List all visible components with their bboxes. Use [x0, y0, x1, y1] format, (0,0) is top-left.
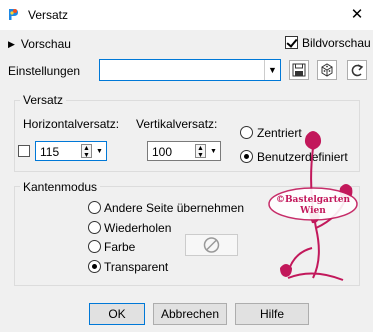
transparent-label: Transparent: [104, 260, 169, 274]
wrap-radio[interactable]: [88, 201, 101, 214]
chevron-down-icon[interactable]: ▼: [96, 148, 103, 155]
centered-radio[interactable]: [240, 126, 253, 139]
color-label: Farbe: [104, 240, 136, 254]
repeat-radio[interactable]: [88, 221, 101, 234]
reset-button[interactable]: [347, 60, 367, 80]
edge-mode-group-title: Kantenmodus: [20, 180, 101, 194]
watermark-text-2: Wien: [299, 206, 326, 216]
close-button[interactable]: ✕: [344, 2, 370, 28]
transparent-radio[interactable]: [88, 260, 101, 273]
custom-radio[interactable]: [240, 150, 253, 163]
offset-group-title: Versatz: [20, 93, 67, 107]
no-color-icon: [203, 237, 220, 253]
save-preset-button[interactable]: [289, 60, 309, 80]
image-preview-label: Bildvorschau: [302, 36, 371, 50]
chevron-down-icon: ▼: [264, 60, 280, 80]
wrap-label: Andere Seite übernehmen: [104, 201, 245, 215]
cancel-button[interactable]: Abbrechen: [153, 303, 227, 325]
settings-label: Einstellungen: [8, 64, 81, 78]
dice-icon: [321, 63, 333, 77]
ok-button[interactable]: OK: [89, 303, 145, 325]
vertical-offset-value[interactable]: 100: [152, 145, 172, 159]
settings-dropdown[interactable]: ▼: [99, 59, 281, 81]
preview-toggle[interactable]: ▶ Vorschau: [8, 37, 71, 51]
vertical-offset-spinbox[interactable]: 100 ▲ ▼ ▼: [147, 141, 221, 161]
vertical-offset-label: Vertikalversatz:: [136, 117, 218, 131]
repeat-label: Wiederholen: [104, 221, 172, 235]
floppy-disk-icon: [292, 63, 306, 77]
spin-up-down-icon[interactable]: ▲ ▼: [81, 144, 92, 159]
help-button[interactable]: Hilfe: [235, 303, 309, 325]
horizontal-offset-value[interactable]: 115: [40, 145, 59, 159]
preview-toggle-label: Vorschau: [20, 37, 71, 51]
image-preview-checkbox[interactable]: [285, 36, 298, 49]
expand-triangle-icon: ▶: [8, 38, 15, 49]
watermark-logo: ©Bastelgarten Wien: [268, 128, 358, 288]
window-title: Versatz: [28, 8, 69, 22]
spin-up-down-icon[interactable]: ▲ ▼: [195, 144, 206, 159]
horizontal-offset-label: Horizontalversatz:: [23, 117, 120, 131]
randomize-button[interactable]: [317, 60, 337, 80]
horizontal-offset-spinbox[interactable]: 115 ▲ ▼ ▼: [35, 141, 107, 161]
chevron-down-icon[interactable]: ▼: [210, 148, 217, 155]
color-radio[interactable]: [88, 240, 101, 253]
app-logo-icon: [6, 6, 22, 22]
watermark-text: ©Bastelgarten: [276, 195, 351, 205]
reset-arrow-icon: [351, 64, 364, 77]
link-offsets-checkbox[interactable]: [18, 145, 30, 157]
color-swatch[interactable]: [185, 234, 238, 256]
